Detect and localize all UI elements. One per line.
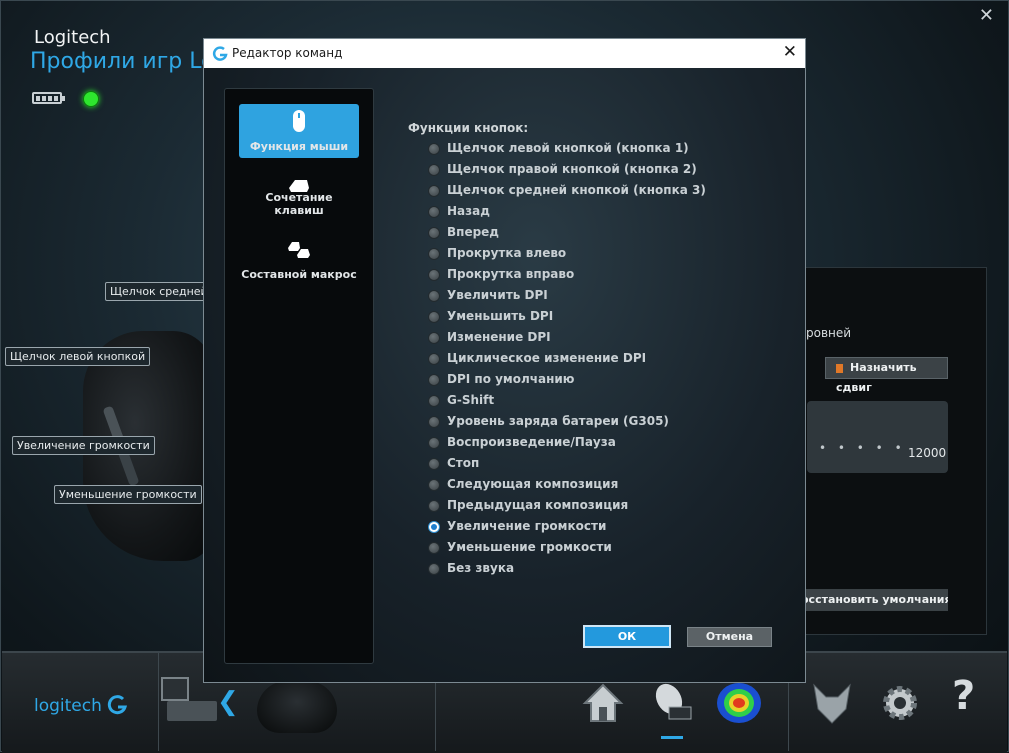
profiles-title: Профили игр Lo xyxy=(30,49,215,74)
function-option-label: Прокрутка вправо xyxy=(447,267,575,281)
device-mouse-icon[interactable] xyxy=(257,681,337,733)
callout-volume-down[interactable]: Уменьшение громкости xyxy=(54,485,202,504)
logitech-g-icon xyxy=(212,46,228,61)
radio-button[interactable] xyxy=(428,311,440,323)
radio-button[interactable] xyxy=(428,164,440,176)
keyboard-icon[interactable] xyxy=(167,701,217,721)
back-arrow-icon[interactable]: ❮ xyxy=(217,687,239,717)
active-tab-indicator xyxy=(661,736,683,739)
function-option-label: Увеличение громкости xyxy=(447,519,607,533)
dpi-levels-label: ровней xyxy=(806,326,852,340)
radio-button[interactable] xyxy=(428,563,440,575)
dialog-close-button[interactable]: ✕ xyxy=(783,42,797,62)
function-option-label: G-Shift xyxy=(447,393,495,407)
function-option-label: Предыдущая композиция xyxy=(447,498,629,512)
function-option-label: Прокрутка влево xyxy=(447,246,567,260)
settings-gear-icon[interactable] xyxy=(876,679,924,727)
radio-button[interactable] xyxy=(428,290,440,302)
button-functions-title: Функции кнопок: xyxy=(408,121,529,135)
arx-wolf-icon[interactable] xyxy=(808,679,856,727)
function-option-label: Следующая композиция xyxy=(447,477,619,491)
computer-icon[interactable] xyxy=(161,677,189,701)
radio-button[interactable] xyxy=(428,143,440,155)
command-type-menu: Функция мыши Сочетание клавиш Составной … xyxy=(224,88,374,664)
callout-volume-up[interactable]: Увеличение громкости xyxy=(12,436,155,455)
radio-button[interactable] xyxy=(428,416,440,428)
dpi-slider[interactable] xyxy=(807,401,948,473)
menu-item-key-combination[interactable]: Сочетание клавиш xyxy=(239,168,359,222)
menu-item-label: Сочетание клавиш xyxy=(265,191,333,217)
function-option-label: Циклическое изменение DPI xyxy=(447,351,647,365)
radio-button[interactable] xyxy=(428,332,440,344)
restore-defaults-button[interactable]: осстановить умолчания xyxy=(801,589,948,611)
radio-button[interactable] xyxy=(428,500,440,512)
function-option-label: DPI по умолчанию xyxy=(447,372,575,386)
toolbar-divider xyxy=(158,653,159,751)
function-option-label: Без звука xyxy=(447,561,515,575)
function-option-label: Воспроизведение/Пауза xyxy=(447,435,616,449)
radio-button[interactable] xyxy=(428,248,440,260)
function-option-label: Уровень заряда батареи (G305) xyxy=(447,414,669,428)
dpi-slider-max-value: 12000 xyxy=(908,446,947,460)
ok-button[interactable]: ОК xyxy=(583,625,671,648)
logitech-logo: logitech xyxy=(34,693,129,716)
radio-button[interactable] xyxy=(428,479,440,491)
brand-title: Logitech xyxy=(34,27,111,48)
command-editor-dialog: Редактор команд ✕ Функция мыши Сочетание… xyxy=(203,38,806,683)
heatmap-icon[interactable] xyxy=(715,679,763,727)
radio-button[interactable] xyxy=(428,353,440,365)
radio-button[interactable] xyxy=(428,206,440,218)
function-option-label: Щелчок правой кнопкой (кнопка 2) xyxy=(447,162,697,176)
dialog-body: Функция мыши Сочетание клавиш Составной … xyxy=(204,68,805,682)
radio-button[interactable] xyxy=(428,269,440,281)
cancel-button[interactable]: Отмена xyxy=(687,627,772,647)
battery-icon xyxy=(32,92,65,104)
radio-button[interactable] xyxy=(428,185,440,197)
dpi-slider-ticks: • • • • • xyxy=(819,441,906,455)
app-close-button[interactable]: ✕ xyxy=(979,5,994,26)
function-option-label: Щелчок средней кнопкой (кнопка 3) xyxy=(447,183,706,197)
dialog-title: Редактор команд xyxy=(232,46,343,60)
menu-item-macro[interactable]: Составной макрос xyxy=(239,232,359,286)
mouse-icon xyxy=(293,110,305,132)
keys-icon xyxy=(288,242,310,258)
radio-button[interactable] xyxy=(428,374,440,386)
function-option-label: Назад xyxy=(447,204,490,218)
radio-button[interactable] xyxy=(428,227,440,239)
radio-button[interactable] xyxy=(428,542,440,554)
help-icon[interactable]: ? xyxy=(952,673,975,719)
callout-left-click[interactable]: Щелчок левой кнопкой xyxy=(5,347,151,366)
function-option-label: Стоп xyxy=(447,456,480,470)
customize-buttons-icon[interactable] xyxy=(647,679,695,727)
menu-item-label: Составной макрос xyxy=(241,268,357,281)
logitech-g-icon xyxy=(108,695,128,715)
dialog-titlebar: Редактор команд ✕ xyxy=(204,39,805,68)
assign-shift-button[interactable]: Назначить сдвиг xyxy=(825,357,948,394)
radio-button[interactable] xyxy=(428,395,440,407)
menu-item-label: Функция мыши xyxy=(249,140,349,153)
connection-status-indicator xyxy=(83,91,99,107)
function-option-label: Увеличить DPI xyxy=(447,288,548,302)
radio-button[interactable] xyxy=(428,521,440,533)
function-option-label: Вперед xyxy=(447,225,499,239)
function-option-label: Уменьшение громкости xyxy=(447,540,612,554)
function-option-label: Уменьшить DPI xyxy=(447,309,554,323)
function-option-label: Изменение DPI xyxy=(447,330,551,344)
radio-button[interactable] xyxy=(428,458,440,470)
radio-button[interactable] xyxy=(428,437,440,449)
home-icon[interactable] xyxy=(579,679,627,727)
function-option-label: Щелчок левой кнопкой (кнопка 1) xyxy=(447,141,689,155)
menu-item-mouse-function[interactable]: Функция мыши xyxy=(239,104,359,158)
